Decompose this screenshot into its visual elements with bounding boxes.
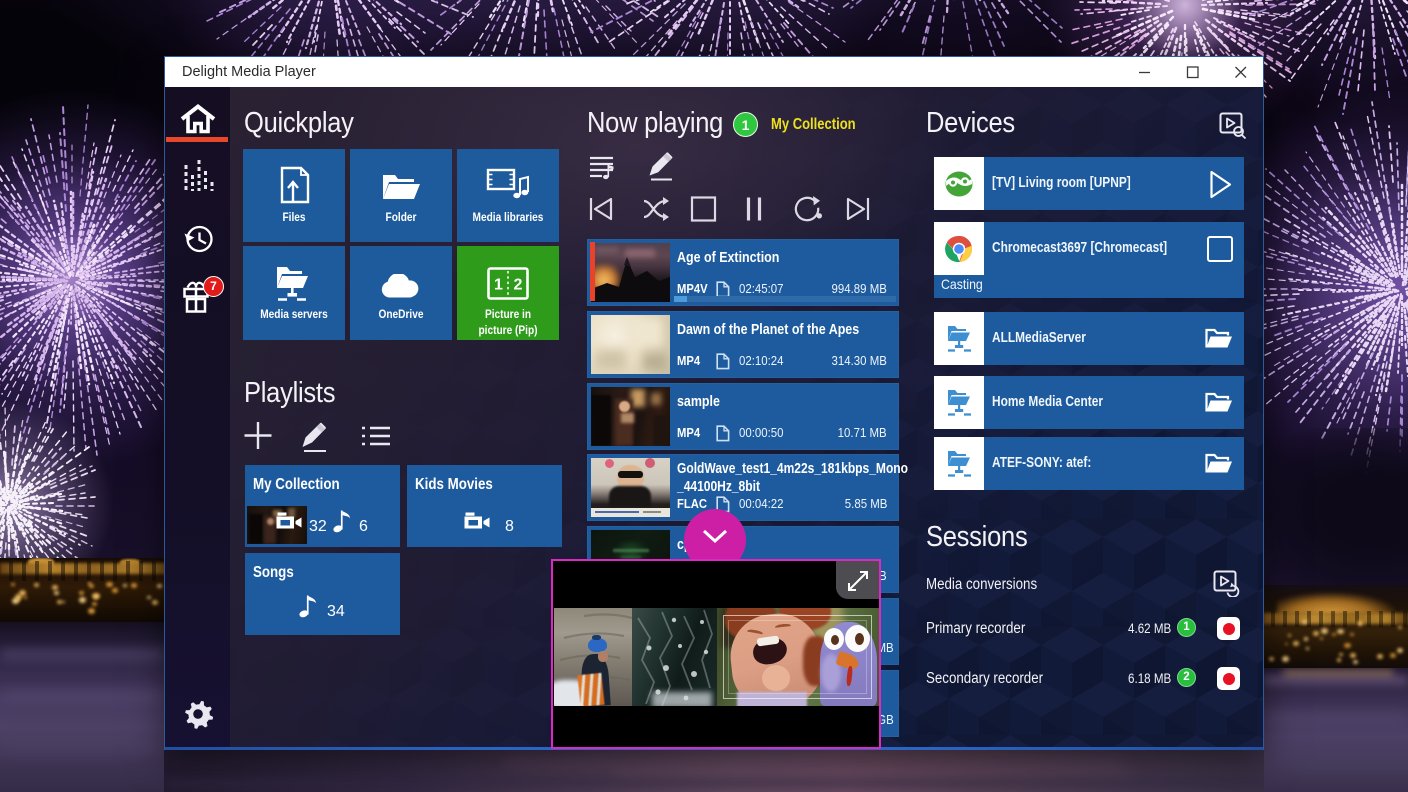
svg-text:1: 1 [494,277,503,294]
svg-text:2: 2 [514,277,523,294]
